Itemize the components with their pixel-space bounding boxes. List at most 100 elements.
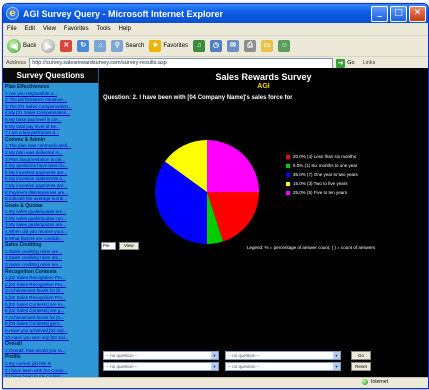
stop-button[interactable]: ✕ bbox=[60, 40, 73, 52]
sidebar-question-link[interactable]: 4.When did you receive your... bbox=[5, 229, 98, 236]
survey-questions-sidebar: Survey Questions Plan Effectiveness 1.Are… bbox=[3, 68, 99, 378]
menu-help[interactable]: Help bbox=[119, 26, 131, 32]
sidebar-question-link[interactable]: 5.My base pay level is cor... bbox=[5, 117, 98, 124]
sidebar-section-heading: Plan Effectiveness bbox=[5, 84, 50, 90]
chevron-down-icon: ▼ bbox=[211, 352, 218, 359]
sidebar-question-link[interactable]: 2.My plan was delivered in... bbox=[5, 150, 98, 157]
internet-globe-icon bbox=[362, 379, 369, 385]
links-label[interactable]: Links bbox=[363, 60, 376, 66]
sidebar-question-link[interactable]: 9.Have you achieved [02 Sal... bbox=[5, 328, 98, 335]
chart-type-select[interactable]: Pie bbox=[101, 242, 116, 250]
menu-edit[interactable]: Edit bbox=[25, 26, 35, 32]
favorites-star-icon: ★ bbox=[149, 40, 162, 52]
sidebar-question-link[interactable]: 6.My incentive statements a... bbox=[5, 176, 98, 183]
sidebar-question-link[interactable]: 8.Payment discrepancies are... bbox=[5, 190, 98, 197]
sidebar-section-heading: Overall bbox=[5, 341, 22, 348]
legend-label: 5.0% (1) Six months to one year bbox=[293, 163, 358, 168]
question-select-1[interactable]: -- no question -- ▼ bbox=[103, 351, 219, 360]
sidebar-question-link[interactable]: 1.Are you responsible a... bbox=[5, 91, 98, 98]
chart-legend: 20.0% (4) Less than six months 5.0% (1) S… bbox=[286, 152, 386, 197]
sidebar-question-link[interactable]: 1.My sales goals/quotas are... bbox=[5, 209, 98, 216]
legend-label: 20.0% (4) Less than six months bbox=[293, 154, 357, 159]
go-navigation-button[interactable]: ➜ Go bbox=[336, 58, 355, 68]
sidebar-question-link[interactable]: 3.Achievement levels for [0... bbox=[5, 288, 98, 295]
page-content: Survey Questions Plan Effectiveness 1.Are… bbox=[3, 68, 428, 378]
question-select-4-value: -- no question -- bbox=[228, 364, 260, 369]
sidebar-question-link[interactable]: 2.The performance measure... bbox=[5, 97, 98, 104]
media-button[interactable]: ♫ bbox=[193, 40, 206, 52]
forward-arrow-icon: ▶ bbox=[41, 39, 56, 53]
go-label: Go bbox=[347, 60, 355, 66]
sidebar-question-link[interactable]: 1.Overall, how would you ra... bbox=[5, 348, 98, 355]
menu-favorites[interactable]: Favorites bbox=[64, 26, 89, 32]
sidebar-question-link[interactable]: 2.My sales goals/quotas can... bbox=[5, 216, 98, 223]
sidebar-question-link[interactable]: 3.Sales crediting rules are... bbox=[5, 262, 98, 269]
sidebar-question-link[interactable]: 4.My [01 Sales Compensation... bbox=[5, 110, 98, 117]
menu-tools[interactable]: Tools bbox=[97, 26, 111, 32]
close-button[interactable]: ✕ bbox=[409, 5, 426, 22]
question-select-2[interactable]: -- no question -- ▼ bbox=[225, 351, 341, 360]
legend-swatch bbox=[286, 163, 290, 168]
legend-swatch bbox=[286, 154, 290, 159]
sidebar-question-link[interactable]: 5.What factors are conside... bbox=[5, 236, 98, 243]
sidebar-question-link[interactable]: 2.[02 Sales Recognition Pro... bbox=[5, 282, 98, 289]
print-button[interactable]: ⎙ bbox=[244, 40, 257, 52]
reset-button[interactable]: Reset bbox=[351, 362, 371, 371]
go-arrow-icon: ➜ bbox=[336, 58, 346, 68]
refresh-button[interactable]: ↻ bbox=[77, 40, 90, 52]
sidebar-question-link[interactable]: 6.[02 Sales Contests] are g... bbox=[5, 308, 98, 315]
sidebar-question-link[interactable]: 4.[02 Sales Recognition Pro... bbox=[5, 295, 98, 302]
question-select-4[interactable]: -- no question -- ▼ bbox=[225, 362, 341, 371]
legend-label: 15.0% (3) Two to five years bbox=[293, 181, 348, 186]
forward-button[interactable]: ▶ bbox=[41, 39, 56, 53]
history-button[interactable]: ◷ bbox=[210, 40, 223, 52]
legend-item: 15.0% (3) Two to five years bbox=[286, 179, 386, 188]
home-button[interactable]: ⌂ bbox=[94, 40, 107, 52]
menu-view[interactable]: View bbox=[43, 26, 56, 32]
minimize-button[interactable]: _ bbox=[371, 5, 388, 22]
maximize-button[interactable]: □ bbox=[390, 5, 407, 22]
sidebar-question-link[interactable]: 4.My questions have been fu... bbox=[5, 163, 98, 170]
sidebar-question-link[interactable]: 7.My incentive payments are... bbox=[5, 183, 98, 190]
sidebar-question-link[interactable]: 1.Sales crediting rules are... bbox=[5, 249, 98, 256]
sidebar-question-link[interactable]: 3.The [01 Sales Compensation... bbox=[5, 104, 98, 111]
search-button[interactable]: ⚲ Search bbox=[111, 40, 144, 52]
sidebar-question-link[interactable]: 2.Sales crediting rules are... bbox=[5, 255, 98, 262]
sidebar-question-link[interactable]: 1.[02 Sales Recognition Pro... bbox=[5, 275, 98, 282]
sidebar-question-link[interactable]: 5.My incentive payments are... bbox=[5, 170, 98, 177]
messenger-button[interactable]: ☺ bbox=[278, 40, 291, 52]
sidebar-question-link[interactable]: 2.I have been with [04 Comp... bbox=[5, 368, 98, 375]
sidebar-question-link[interactable]: 7.I am a key performer a... bbox=[5, 130, 98, 137]
folder-button[interactable]: ▭ bbox=[261, 40, 274, 52]
sidebar-question-link[interactable]: 3.Plan documentation is cle... bbox=[5, 157, 98, 164]
mail-button[interactable]: ✉ bbox=[227, 40, 240, 52]
sidebar-question-link[interactable]: 1.My current job title is bbox=[5, 361, 98, 368]
home-icon: ⌂ bbox=[94, 40, 107, 52]
address-input[interactable]: http://survey.salesrewardsurvey.com/surv… bbox=[29, 57, 334, 69]
sidebar-section-heading: Recognition Contests bbox=[5, 268, 57, 275]
search-label: Search bbox=[125, 43, 145, 49]
security-zone: Internet bbox=[362, 379, 388, 385]
legend-item: 20.0% (4) Less than six months bbox=[286, 152, 386, 161]
browser-window: e AGI Survey Query - Microsoft Internet … bbox=[2, 3, 429, 389]
sidebar-question-link[interactable]: 9.Indicate the average numb... bbox=[5, 196, 98, 203]
back-button[interactable]: ◀ Back bbox=[7, 39, 36, 53]
sidebar-question-link[interactable]: 6.My total pay level at tar... bbox=[5, 124, 98, 131]
view-button[interactable]: View bbox=[119, 242, 139, 250]
stop-icon: ✕ bbox=[60, 40, 73, 52]
sidebar-question-link[interactable]: 3.My sales goals/quotas are... bbox=[5, 222, 98, 229]
sidebar-question-link[interactable]: 7.Achievement levels for [0... bbox=[5, 315, 98, 322]
question-select-3[interactable]: -- no question -- ▼ bbox=[103, 362, 219, 371]
sidebar-question-link[interactable]: 5.[02 Sales Contests] are m... bbox=[5, 302, 98, 309]
mail-icon: ✉ bbox=[227, 40, 240, 52]
go-button[interactable]: Go bbox=[351, 351, 371, 360]
pie-slice bbox=[207, 140, 259, 192]
title-bar[interactable]: e AGI Survey Query - Microsoft Internet … bbox=[3, 4, 428, 23]
sidebar-question-link[interactable]: 8.[03 Sales Contests] genr... bbox=[5, 321, 98, 328]
favorites-button[interactable]: ★ Favorites bbox=[149, 40, 188, 52]
legend-label: 25.0% (5) Five to ten years bbox=[293, 190, 348, 195]
sidebar-question-link[interactable]: 10.Have you won any [03 Sal... bbox=[5, 335, 98, 342]
address-label: Address bbox=[6, 60, 27, 66]
sidebar-question-link[interactable]: 1.The plan was communicated... bbox=[5, 143, 98, 150]
menu-file[interactable]: File bbox=[7, 26, 17, 32]
